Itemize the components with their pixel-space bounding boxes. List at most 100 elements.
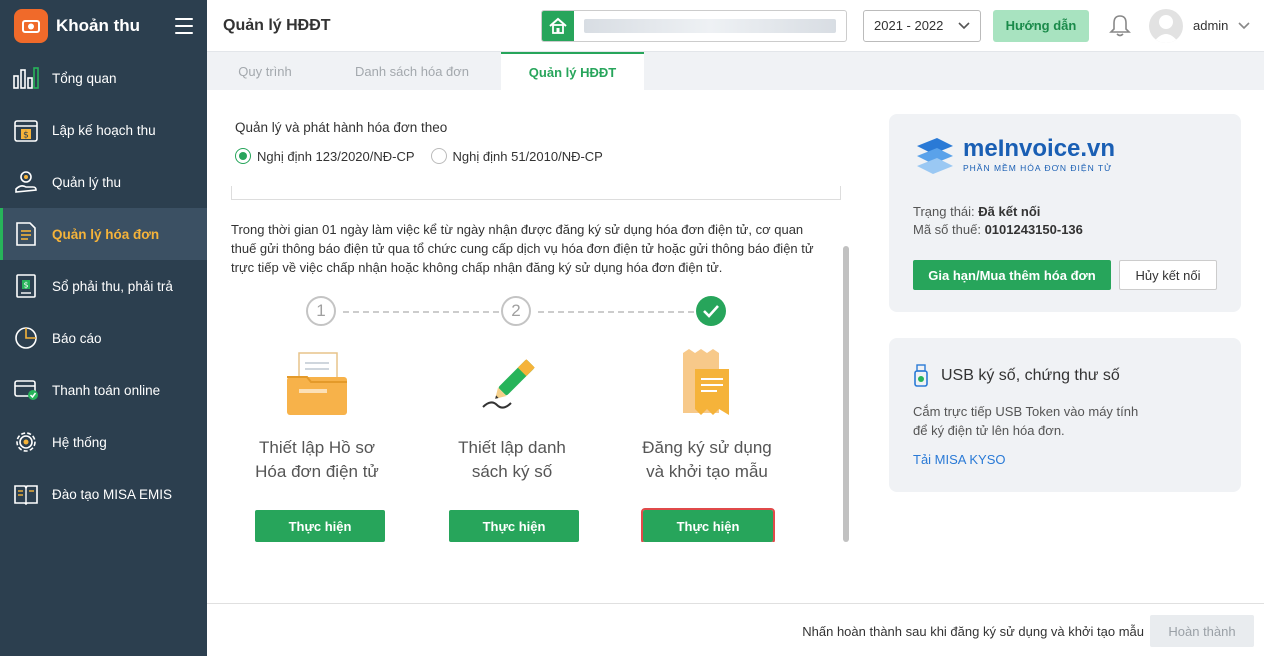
school-selector[interactable]	[541, 9, 847, 42]
sidebar-item-label: Báo cáo	[52, 330, 102, 346]
step-2-number: 2	[501, 296, 531, 326]
footer-note: Nhấn hoàn thành sau khi đăng ký sử dụng …	[802, 624, 1144, 639]
school-home-icon	[542, 10, 574, 41]
sidebar-item-invoice-management[interactable]: Quản lý hóa đơn	[0, 208, 207, 260]
school-year-value: 2021 - 2022	[874, 18, 944, 33]
step-1-number: 1	[306, 296, 336, 326]
step-3-check-icon	[696, 296, 726, 326]
decree-51-radio[interactable]: Nghị định 51/2010/NĐ-CP	[430, 148, 603, 164]
sidebar-item-label: Quản lý thu	[52, 174, 122, 190]
meinvoice-logo-icon	[917, 138, 953, 174]
tab-invoice-list[interactable]: Danh sách hóa đơn	[323, 52, 501, 90]
sidebar-item-reports[interactable]: Báo cáo	[0, 312, 207, 364]
registration-description: Trong thời gian 01 ngày làm việc kể từ n…	[231, 222, 814, 275]
user-menu[interactable]: admin	[1149, 8, 1250, 43]
meinvoice-logo: meInvoice.vn PHẦN MỀM HÓA ĐƠN ĐIỆN TỬ	[913, 136, 1115, 174]
footer-bar: Nhấn hoàn thành sau khi đăng ký sử dụng …	[207, 603, 1264, 656]
step-connector	[343, 311, 499, 313]
chevron-down-icon	[958, 18, 970, 33]
folder-document-icon	[227, 346, 407, 420]
sidebar-item-collection[interactable]: Quản lý thu	[0, 156, 207, 208]
step-2-execute-button[interactable]: Thực hiện	[449, 510, 579, 542]
page-title: Quản lý HĐĐT	[223, 16, 331, 34]
main-content: Quản lý và phát hành hóa đơn theo Nghị đ…	[207, 90, 1264, 603]
sidebar-item-overview[interactable]: Tổng quan	[0, 52, 207, 104]
usb-token-card: USB ký số, chứng thư số Cắm trực tiếp US…	[889, 338, 1241, 492]
svg-text:$: $	[23, 131, 29, 141]
radio-label: Nghị định 123/2020/NĐ-CP	[257, 148, 415, 164]
top-bar: Quản lý HĐĐT 2021 - 2022 Hướng dẫn admin	[207, 0, 1264, 52]
steps-scroll-area: Trong thời gian 01 ngày làm việc kể từ n…	[227, 186, 849, 542]
renew-invoice-button[interactable]: Gia hạn/Mua thêm hóa đơn	[913, 260, 1111, 290]
step-2-title-line2: sách ký số	[471, 462, 553, 481]
step-1-title-line1: Thiết lập Hồ sơ	[258, 438, 376, 457]
step-3-title-line2: và khởi tạo mẫu	[646, 462, 768, 481]
meinvoice-card: meInvoice.vn PHẦN MỀM HÓA ĐƠN ĐIỆN TỬ Tr…	[889, 114, 1241, 312]
vertical-scrollbar[interactable]	[843, 186, 849, 542]
sidebar-item-label: Lập kế hoạch thu	[52, 122, 156, 138]
collapsed-box	[231, 186, 841, 200]
registration-panel: Quản lý và phát hành hóa đơn theo Nghị đ…	[207, 90, 857, 603]
tax-label: Mã số thuế:	[913, 222, 981, 237]
gear-icon	[12, 428, 40, 456]
meinvoice-tagline: PHẦN MỀM HÓA ĐƠN ĐIỆN TỬ	[963, 163, 1113, 173]
card-check-icon	[12, 376, 40, 404]
sidebar-item-label: Đào tạo MISA EMIS	[52, 486, 173, 502]
sidebar-item-label: Hệ thống	[52, 434, 107, 450]
book-icon	[12, 480, 40, 508]
tax-value: 0101243150-136	[984, 222, 1083, 237]
connection-status: Trạng thái: Đã kết nối	[913, 204, 1040, 219]
step-2-column: Thiết lập danh sách ký số	[422, 346, 602, 484]
pen-sign-icon	[422, 346, 602, 420]
step-3-column: Đăng ký sử dụng và khởi tạo mẫu	[617, 346, 797, 484]
step-3-execute-button[interactable]: Thực hiện	[641, 508, 775, 542]
app-title: Khoản thu	[56, 16, 141, 35]
svg-text:$: $	[23, 281, 28, 290]
sidebar-item-system[interactable]: Hệ thống	[0, 416, 207, 468]
sidebar-item-label: Quản lý hóa đơn	[52, 226, 160, 242]
download-kyso-link[interactable]: Tải MISA KYSO	[913, 452, 1005, 467]
hand-coin-icon	[12, 168, 40, 196]
step-indicator: 1 2	[231, 296, 831, 336]
usb-card-title: USB ký số, chứng thư số	[913, 364, 1120, 388]
decree-question: Quản lý và phát hành hóa đơn theo	[235, 120, 448, 135]
calendar-dollar-icon: $	[12, 116, 40, 144]
radio-unselected-icon	[430, 148, 447, 164]
tab-process[interactable]: Quy trình	[207, 52, 323, 90]
avatar	[1149, 8, 1183, 43]
scrollbar-thumb[interactable]	[843, 246, 849, 542]
notification-bell-icon[interactable]	[1107, 13, 1133, 39]
decree-123-radio[interactable]: Nghị định 123/2020/NĐ-CP	[235, 148, 415, 164]
sidebar-item-label: Thanh toán online	[52, 382, 161, 398]
sidebar-item-label: Sổ phải thu, phải trả	[52, 278, 173, 294]
step-1-execute-button[interactable]: Thực hiện	[255, 510, 385, 542]
ledger-icon: $	[12, 272, 40, 300]
sidebar-header: Khoản thu	[0, 0, 207, 52]
radio-selected-icon	[235, 148, 251, 164]
step-1-column: Thiết lập Hồ sơ Hóa đơn điện tử	[227, 346, 407, 484]
decree-radio-group: Nghị định 123/2020/NĐ-CP Nghị định 51/20…	[235, 148, 603, 164]
radio-label: Nghị định 51/2010/NĐ-CP	[452, 148, 603, 164]
meinvoice-brand: meInvoice.vn	[963, 135, 1116, 162]
app-logo-icon	[14, 9, 48, 43]
step-1-title-line2: Hóa đơn điện tử	[255, 462, 379, 481]
pie-chart-icon	[12, 324, 40, 352]
sidebar: Khoản thu Tổng quan $ Lập kế hoạch thu Q…	[0, 0, 207, 656]
sidebar-item-plan[interactable]: $ Lập kế hoạch thu	[0, 104, 207, 156]
sidebar-item-training[interactable]: Đào tạo MISA EMIS	[0, 468, 207, 520]
menu-toggle-icon[interactable]	[175, 18, 193, 34]
step-2-title-line1: Thiết lập danh	[458, 438, 566, 457]
tab-bar: Quy trình Danh sách hóa đơn Quản lý HĐĐT	[207, 52, 1264, 90]
disconnect-button[interactable]: Hủy kết nối	[1119, 260, 1217, 290]
usb-title-text: USB ký số, chứng thư số	[941, 367, 1120, 384]
complete-button[interactable]: Hoàn thành	[1150, 615, 1254, 647]
help-button[interactable]: Hướng dẫn	[993, 9, 1089, 42]
sidebar-item-online-payment[interactable]: Thanh toán online	[0, 364, 207, 416]
tab-einvoice-management[interactable]: Quản lý HĐĐT	[501, 52, 644, 90]
sidebar-item-ledger[interactable]: $ Sổ phải thu, phải trả	[0, 260, 207, 312]
tax-code: Mã số thuế: 0101243150-136	[913, 222, 1083, 237]
status-label: Trạng thái:	[913, 204, 975, 219]
receipt-icon	[617, 346, 797, 420]
step-connector	[538, 311, 694, 313]
school-year-select[interactable]: 2021 - 2022	[863, 9, 981, 42]
